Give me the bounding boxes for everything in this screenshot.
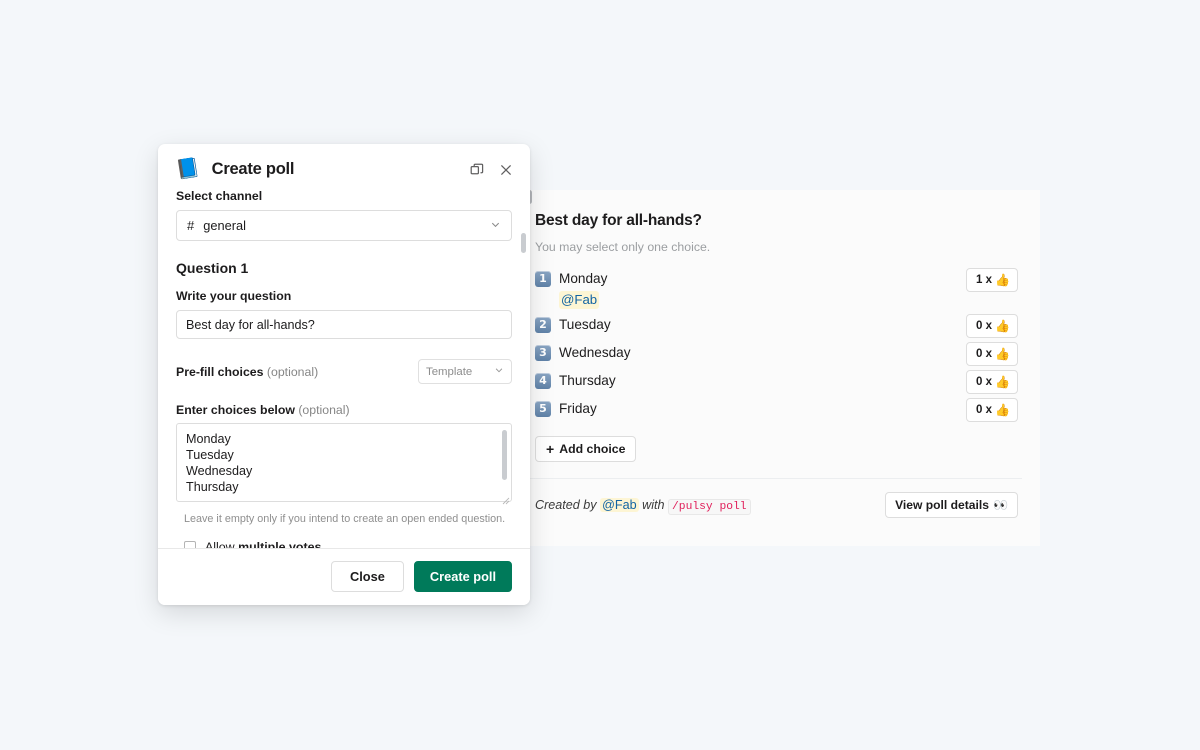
choice-body: Monday @Fab [559,269,607,309]
choice-number-badge: 2 [535,317,551,333]
modal-scrollbar[interactable] [521,233,526,253]
screen: Best day for all-hands? You may select o… [0,0,1200,750]
thumbs-up-icon: 👍 [995,319,1010,333]
choice-label: Friday [559,401,597,416]
preview-choice-row: 1 Monday @Fab 1 x 👍 [527,266,1022,312]
create-poll-modal: 📘 Create poll Select channel [158,144,530,605]
choice-label: Monday [559,271,607,286]
preview-choice-row: 2 Tuesday 0 x 👍 [527,312,1022,340]
vote-count: 0 x [976,404,992,416]
chevron-down-icon [490,218,501,233]
preview-choice-row: 4 Thursday 0 x 👍 [527,368,1022,396]
write-question-label: Write your question [176,289,512,303]
prefill-row: Pre-fill choices (optional) Template [176,359,512,384]
prefill-choices-text: Pre-fill choices [176,365,263,379]
channel-select-value: general [203,218,246,233]
question-input[interactable] [176,310,512,339]
choices-textarea-wrap: Monday Tuesday Wednesday Thursday [176,423,512,507]
vote-count: 0 x [976,320,992,332]
modal-title: Create poll [212,160,295,179]
modal-footer: Close Create poll [158,548,530,605]
allow-multiple-votes-checkbox[interactable] [184,541,196,548]
choices-textarea-scrollbar[interactable] [502,430,507,480]
vote-button[interactable]: 0 x 👍 [966,342,1018,366]
preview-choices-list: 1 Monday @Fab 1 x 👍 2 Tuesday 0 x 👍 [527,266,1022,424]
allow-multiple-votes-prefix: Allow [205,540,238,548]
choice-label: Wednesday [559,345,631,360]
choice-body: Thursday [559,371,616,391]
close-icon[interactable] [498,162,514,178]
duplicate-icon[interactable] [469,162,485,178]
preview-choice-row: 5 Friday 0 x 👍 [527,396,1022,424]
plus-icon: + [546,442,554,456]
eyes-icon: 👀 [993,498,1008,512]
view-poll-details-button[interactable]: View poll details 👀 [885,492,1018,518]
choice-number-badge: 3 [535,345,551,361]
created-by-text: Created by @Fab with /pulsy poll [535,498,751,513]
modal-body: Select channel # general Question 1 Writ… [158,189,530,548]
thumbs-up-icon: 👍 [995,347,1010,361]
vote-count: 0 x [976,348,992,360]
enter-choices-label: Enter choices below (optional) [176,403,512,417]
vote-button[interactable]: 1 x 👍 [966,268,1018,292]
hash-icon: # [187,218,194,233]
allow-multiple-votes-strong: multiple votes [238,540,321,548]
choice-number-badge: 1 [535,271,551,287]
choice-label: Thursday [559,373,616,388]
view-poll-details-label: View poll details [895,498,989,512]
template-select-value: Template [426,366,472,378]
add-choice-label: Add choice [559,442,625,456]
preview-poll-title: Best day for all-hands? [535,212,1022,230]
allow-multiple-votes-label: Allow multiple votes [205,540,321,548]
prefill-optional-text: (optional) [267,365,318,379]
preview-footer: Created by @Fab with /pulsy poll View po… [527,479,1022,518]
preview-poll-subtitle: You may select only one choice. [535,240,1022,254]
vote-button[interactable]: 0 x 👍 [966,398,1018,422]
choice-number-badge: 4 [535,373,551,389]
choice-body: Tuesday [559,315,611,335]
blue-book-icon: 📘 [175,158,201,180]
vote-button[interactable]: 0 x 👍 [966,314,1018,338]
choices-hint: Leave it empty only if you intend to cre… [184,513,512,525]
add-choice-button[interactable]: + Add choice [535,436,636,462]
choice-number-badge: 5 [535,401,551,417]
preview-choice-row: 3 Wednesday 0 x 👍 [527,340,1022,368]
close-button[interactable]: Close [331,561,404,592]
created-by-author[interactable]: @Fab [600,498,639,512]
create-poll-button[interactable]: Create poll [414,561,512,592]
question-section-title: Question 1 [176,260,512,276]
chevron-down-icon [494,365,504,378]
vote-count: 0 x [976,376,992,388]
enter-choices-optional-text: (optional) [298,403,349,417]
poll-preview-panel: Best day for all-hands? You may select o… [508,190,1040,546]
created-by-command: /pulsy poll [668,499,751,515]
thumbs-up-icon: 👍 [995,403,1010,417]
choice-label: Tuesday [559,317,611,332]
channel-select[interactable]: # general [176,210,512,241]
vote-button[interactable]: 0 x 👍 [966,370,1018,394]
modal-header: 📘 Create poll [158,144,530,189]
created-by-middle: with [642,498,664,512]
select-channel-label: Select channel [176,189,512,203]
enter-choices-text: Enter choices below [176,403,295,417]
vote-count: 1 x [976,274,992,286]
choices-textarea[interactable]: Monday Tuesday Wednesday Thursday [176,423,512,502]
prefill-choices-label: Pre-fill choices (optional) [176,365,318,379]
thumbs-up-icon: 👍 [995,273,1010,287]
option-allow-multiple-votes[interactable]: Allow multiple votes [176,540,512,548]
template-select[interactable]: Template [418,359,512,384]
created-by-prefix: Created by [535,498,597,512]
thumbs-up-icon: 👍 [995,375,1010,389]
modal-header-actions [469,162,514,178]
choice-body: Wednesday [559,343,631,363]
choice-body: Friday [559,399,597,419]
choice-voter-mention[interactable]: @Fab [559,291,599,309]
